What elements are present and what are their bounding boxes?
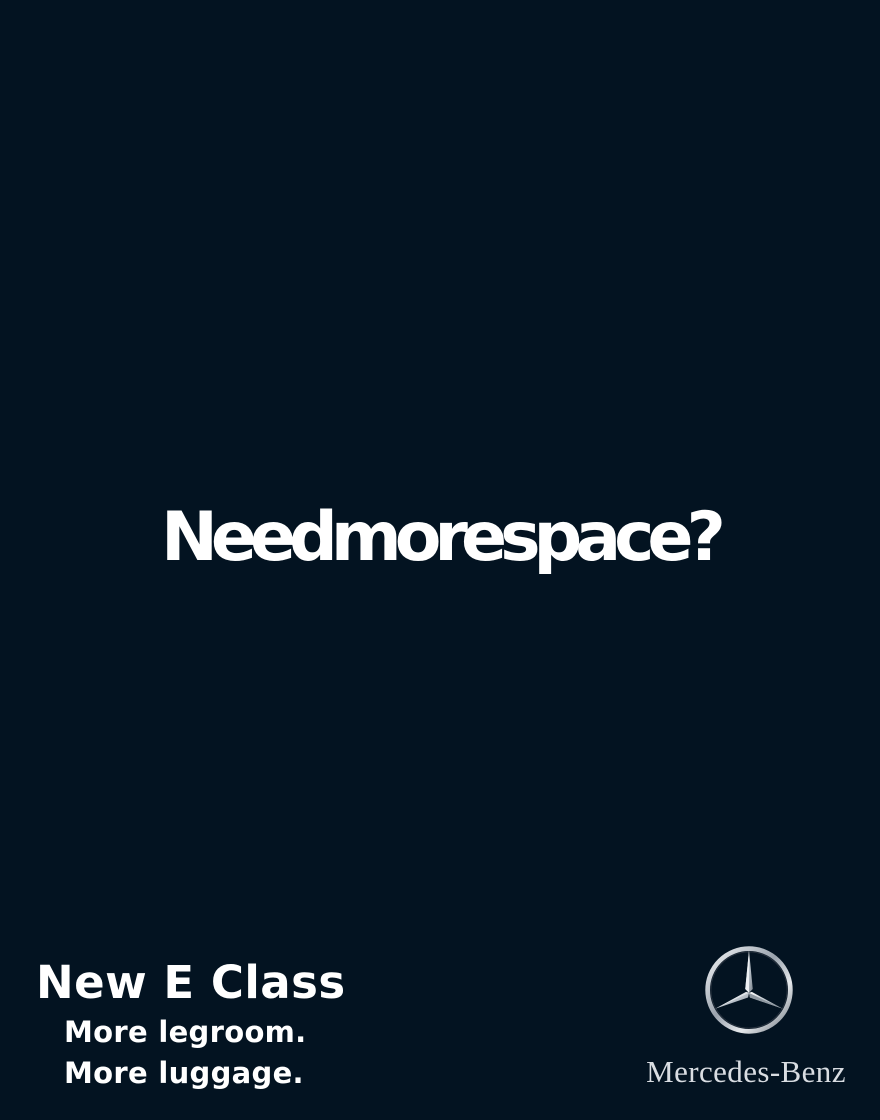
brand-block: Mercedes-Benz bbox=[626, 938, 866, 1098]
brand-name: Mercedes-Benz bbox=[646, 1054, 846, 1089]
model-name: New E Class bbox=[36, 956, 346, 1009]
mercedes-ad-page: Needmorespace? New E Class More legroom.… bbox=[0, 0, 880, 1120]
headline: Needmorespace? bbox=[161, 498, 726, 577]
tagline-luggage: More luggage. bbox=[64, 1056, 304, 1090]
mercedes-star-icon bbox=[705, 946, 793, 1034]
model-info: New E Class More legroom. More luggage. bbox=[36, 954, 376, 1094]
tagline-legroom: More legroom. bbox=[64, 1015, 307, 1049]
